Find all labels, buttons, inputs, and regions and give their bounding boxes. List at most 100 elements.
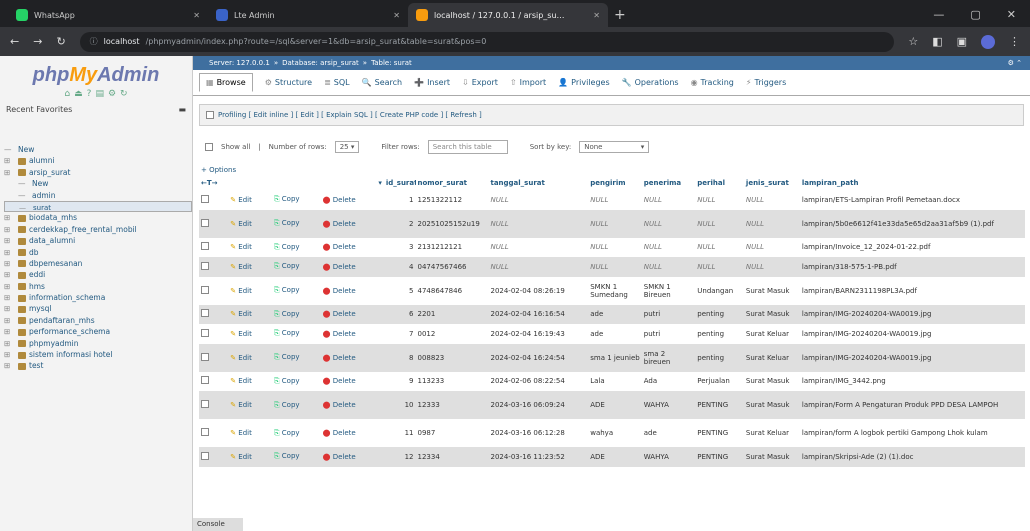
close-icon[interactable]: ✕ [593,11,600,20]
cell-jenis-surat[interactable]: Surat Masuk [744,391,800,419]
cell-nomor-surat[interactable]: 12333 [416,391,489,419]
cell-jenis-surat[interactable]: NULL [744,257,800,277]
settings-icon[interactable]: ⚙ [108,89,116,99]
tab-sql[interactable]: ≣ SQL [324,78,350,87]
cell-tanggal-surat[interactable]: 2024-03-16 06:09:24 [488,391,588,419]
cell-nomor-surat[interactable]: 12334 [416,447,489,467]
close-icon[interactable]: ✕ [193,11,200,20]
cell-nomor-surat[interactable]: 20251025152u19 [416,210,489,238]
cell-perihal[interactable]: penting [695,344,744,372]
tab-privileges[interactable]: 👤 Privileges [558,78,609,87]
cell-lampiran-path[interactable]: lampiran/IMG_3442.png [800,372,1025,392]
cell-jenis-surat[interactable]: Surat Masuk [744,305,800,325]
new-tab-button[interactable]: + [614,3,626,27]
tree-node[interactable]: ⊞ performance_schema [4,326,192,337]
edit-action[interactable]: ✎ Edit [228,344,272,372]
docs2-icon[interactable]: ▤ [95,89,104,99]
cell-pengirim[interactable]: wahya [588,419,642,447]
close-icon[interactable]: ✕ [393,11,400,20]
row-checkbox[interactable] [201,285,209,294]
expand-icon[interactable]: ⊞ [4,303,18,314]
expand-icon[interactable]: ⊞ [4,155,18,166]
expand-icon[interactable]: ⊞ [4,224,18,235]
copy-action[interactable]: ⎘ Copy [272,372,321,392]
cell-nomor-surat[interactable]: 04747567466 [416,257,489,277]
cell-perihal[interactable]: Perjualan [695,372,744,392]
row-checkbox[interactable] [201,400,209,408]
tab-tracking[interactable]: ◉ Tracking [691,78,734,87]
forward-icon[interactable]: → [33,35,42,48]
col-pengirim[interactable]: pengirim [588,176,642,190]
delete-action[interactable]: ⬤ Delete [321,257,384,277]
row-checkbox[interactable] [201,261,209,270]
breadcrumb-database[interactable]: Database: arsip_surat [282,59,359,67]
reload-icon[interactable]: ↻ [56,35,65,48]
edit-action[interactable]: ✎ Edit [228,190,272,210]
cell-jenis-surat[interactable]: NULL [744,238,800,258]
delete-action[interactable]: ⬤ Delete [321,372,384,392]
cell-pengirim[interactable]: NULL [588,190,642,210]
cell-penerima[interactable]: NULL [642,257,696,277]
edit-action[interactable]: ✎ Edit [228,372,272,392]
expand-icon[interactable]: — [18,190,32,201]
maximize-icon[interactable]: ▢ [970,3,980,27]
tab-browse[interactable]: ▦ Browse [199,73,253,92]
options-toggle[interactable]: + Options [201,166,1030,176]
cell-id-surat[interactable]: 11 [384,419,416,447]
profile-avatar[interactable] [981,34,995,49]
tab-lte-admin[interactable]: Lte Admin ✕ [208,3,408,27]
tree-node[interactable]: ⊞ arsip_surat [4,167,192,178]
cell-tanggal-surat[interactable]: 2024-03-16 11:23:52 [488,447,588,467]
cell-lampiran-path[interactable]: lampiran/form A logbok pertiki Gampong L… [800,419,1025,447]
row-checkbox[interactable] [201,218,209,227]
cell-pengirim[interactable]: ade [588,324,642,344]
cell-lampiran-path[interactable]: lampiran/5b0e6612f41e33da5e65d2aa31af5b9… [800,210,1025,238]
minimize-icon[interactable]: — [933,3,944,27]
cell-id-surat[interactable]: 6 [384,305,416,325]
col-nomor-surat[interactable]: nomor_surat [416,176,489,190]
cell-perihal[interactable]: Undangan [695,277,744,305]
edit-action[interactable]: ✎ Edit [228,447,272,467]
profiling-checkbox[interactable] [206,111,214,119]
cell-jenis-surat[interactable]: Surat Masuk [744,447,800,467]
copy-action[interactable]: ⎘ Copy [272,210,321,238]
cell-penerima[interactable]: NULL [642,190,696,210]
cell-id-surat[interactable]: 1 [384,190,416,210]
delete-action[interactable]: ⬤ Delete [321,277,384,305]
cell-pengirim[interactable]: Lala [588,372,642,392]
delete-action[interactable]: ⬤ Delete [321,210,384,238]
cell-pengirim[interactable]: NULL [588,238,642,258]
cell-jenis-surat[interactable]: NULL [744,210,800,238]
cell-jenis-surat[interactable]: Surat Keluar [744,344,800,372]
cell-perihal[interactable]: penting [695,324,744,344]
delete-action[interactable]: ⬤ Delete [321,305,384,325]
cell-nomor-surat[interactable]: 1251322112 [416,190,489,210]
cell-penerima[interactable]: putri [642,324,696,344]
cell-id-surat[interactable]: 3 [384,238,416,258]
settings-icon[interactable]: ⚙ ⌃ [1008,59,1030,67]
cell-lampiran-path[interactable]: lampiran/BARN2311198PL3A.pdf [800,277,1025,305]
tree-node[interactable]: — New [4,178,192,189]
col-penerima[interactable]: penerima [642,176,696,190]
cell-perihal[interactable]: PENTING [695,419,744,447]
copy-action[interactable]: ⎘ Copy [272,190,321,210]
tab-operations[interactable]: 🔧 Operations [622,78,679,87]
cell-perihal[interactable]: PENTING [695,391,744,419]
tree-node[interactable]: ⊞ mysql [4,303,192,314]
row-checkbox[interactable] [201,309,209,318]
tree-node[interactable]: ⊞ hms [4,281,192,292]
row-checkbox[interactable] [201,428,209,436]
tree-node[interactable]: — admin [4,190,192,201]
edit-action[interactable]: ✎ Edit [228,210,272,238]
tree-node[interactable]: — surat [4,200,192,213]
cell-perihal[interactable]: NULL [695,257,744,277]
cell-pengirim[interactable]: ade [588,305,642,325]
row-checkbox[interactable] [201,328,209,337]
expand-icon[interactable]: ⊞ [4,326,18,337]
tab-insert[interactable]: ➕ Insert [414,78,450,87]
row-checkbox[interactable] [201,194,209,203]
column-options[interactable]: ←T→ [199,176,228,190]
tab-structure[interactable]: ⚙ Structure [265,78,312,87]
sort-select[interactable]: None ▾ [579,141,650,153]
row-checkbox[interactable] [201,451,209,460]
